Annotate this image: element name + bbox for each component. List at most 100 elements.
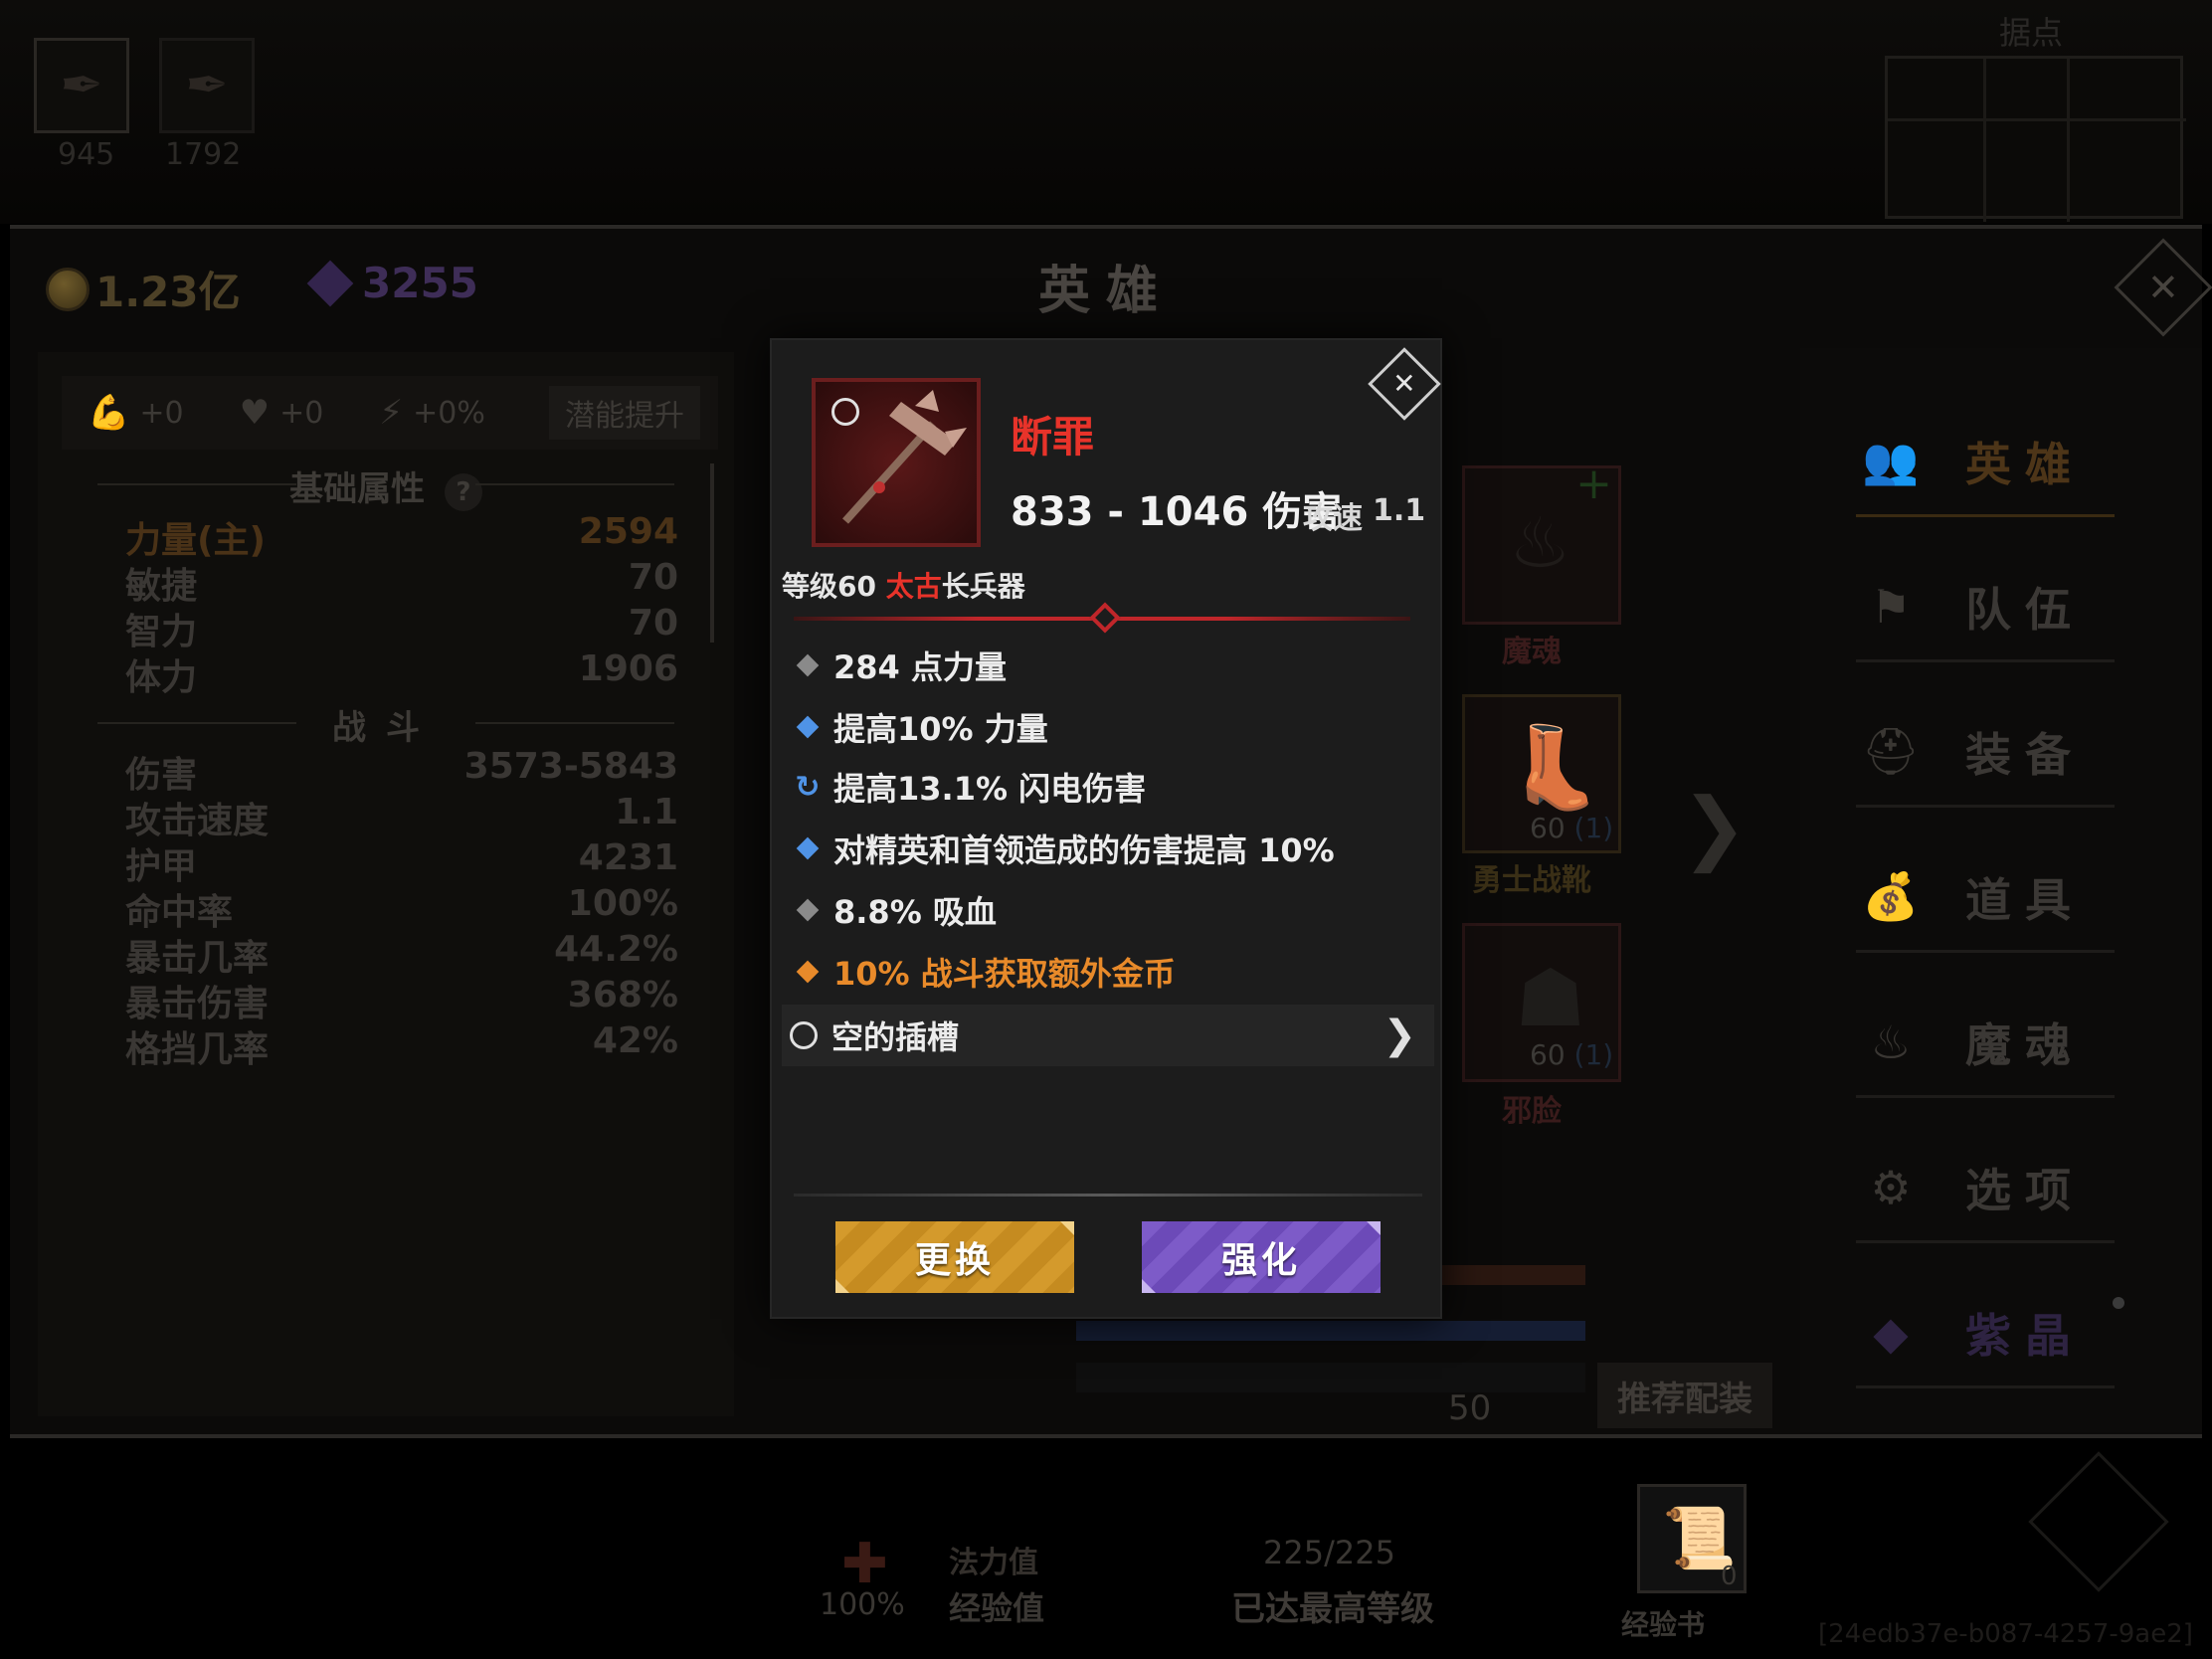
attack-speed-value: 1.1 <box>1373 493 1426 528</box>
stat-label: 力量(主) <box>125 520 266 561</box>
equip-slot-soul[interactable]: ♨ + <box>1462 459 1621 625</box>
socket-indicator-icon <box>831 398 859 426</box>
nav-item-team[interactable]: ⚑ 队伍 <box>1856 553 2115 662</box>
stat-row-block-chance: 格挡几率 42% <box>125 1020 678 1072</box>
strength-bonus-value: +0 <box>139 395 184 431</box>
boots-level-sub: (1) <box>1573 812 1614 844</box>
corner-accent <box>835 1279 849 1293</box>
lightning-icon: ⚡ <box>379 393 404 433</box>
nav-label: 队伍 <box>1965 582 2085 637</box>
exp-book-count: 0 <box>1721 1562 1738 1591</box>
basic-attributes-heading: 基础属性 ? <box>97 461 674 511</box>
stat-value: 70 <box>628 557 678 598</box>
chevron-right-icon[interactable]: ❯ <box>1681 781 1748 873</box>
mask-level-value: 60 <box>1530 1038 1566 1071</box>
stat-label: 敏捷 <box>125 566 198 607</box>
stat-value: 100% <box>567 883 678 924</box>
nav-item-equipment[interactable]: ⛑ 装备 <box>1856 698 2115 808</box>
stat-label: 护甲 <box>125 846 198 887</box>
feather-icon: ✒ <box>60 56 103 115</box>
boots-level-value: 60 <box>1530 812 1566 844</box>
stat-row-armor: 护甲 4231 <box>125 837 678 889</box>
stat-value: 70 <box>628 603 678 644</box>
affix-row: 对精英和首领造成的伤害提高 10% <box>790 820 1426 877</box>
hud-skill-slot-2[interactable]: ✒ <box>159 38 255 133</box>
exp-book-label: 经验书 <box>1621 1608 1706 1641</box>
menu-button[interactable] <box>2028 1451 2169 1592</box>
top-hud: ✒ 945 ✒ 1792 据点 <box>0 0 2212 224</box>
affix-blue-diamond-icon <box>796 836 820 860</box>
hud-skill-slot-1[interactable]: ✒ <box>34 38 129 133</box>
stat-value: 44.2% <box>554 929 678 970</box>
stat-row-attack-speed: 攻击速度 1.1 <box>125 792 678 843</box>
replace-button[interactable]: 更换 <box>835 1221 1074 1293</box>
stat-label: 攻击速度 <box>125 801 270 841</box>
stat-label: 体力 <box>125 657 198 698</box>
exp-value: 已达最高等级 <box>1231 1589 1434 1629</box>
item-tooltip: ✕ 断罪 833 - 1046 伤害 攻速 1.1 等级60 太古长兵器 284… <box>770 338 1442 1319</box>
item-class: 长兵器 <box>941 570 1025 603</box>
stat-row-crit-chance: 暴击几率 44.2% <box>125 929 678 981</box>
strength-bonus: 💪 +0 <box>88 393 184 433</box>
item-level: 等级60 <box>782 570 876 603</box>
empty-socket-icon <box>790 1021 818 1049</box>
divider <box>794 1194 1422 1197</box>
health-percent: 100% <box>820 1587 905 1622</box>
stat-row-crit-damage: 暴击伤害 368% <box>125 975 678 1026</box>
potential-upgrade-button[interactable]: 潜能提升 <box>549 386 700 440</box>
stat-row-hit-rate: 命中率 100% <box>125 883 678 935</box>
flame-icon: ♨ <box>1870 1014 1912 1069</box>
affix-grey-diamond-icon <box>796 898 820 922</box>
stat-value: 368% <box>567 975 678 1015</box>
divider-diamond-icon <box>1089 602 1121 634</box>
basic-attributes-title: 基础属性 <box>289 469 426 509</box>
nav-item-soul[interactable]: ♨ 魔魂 <box>1856 989 2115 1098</box>
empty-socket-row[interactable]: 空的插槽 ❯ <box>782 1005 1434 1066</box>
socket-text: 空的插槽 <box>831 1018 960 1056</box>
stat-value: 42% <box>592 1020 678 1061</box>
bag-icon: 💰 <box>1862 869 1920 923</box>
chevron-right-icon: ❯ <box>1382 1013 1416 1058</box>
close-tooltip-button[interactable]: ✕ <box>1368 347 1441 421</box>
minimap[interactable] <box>1885 56 2186 222</box>
item-rarity: 太古 <box>885 570 942 603</box>
mask-level: 60 (1) <box>1530 1038 1613 1071</box>
nav-label: 装备 <box>1965 727 2085 782</box>
nav-item-amethyst[interactable]: ◆ 紫晶 <box>1856 1279 2124 1388</box>
affix-orange-diamond-icon <box>796 960 820 984</box>
session-id: [24edb37e-b087-4257-9ae2] <box>1818 1619 2193 1649</box>
stat-row-intelligence: 智力 70 <box>125 603 678 654</box>
purple-gem-icon: ◆ <box>1873 1305 1909 1360</box>
enhance-button-label: 强化 <box>1220 1240 1301 1281</box>
energy-bonus: ⚡ +0% <box>379 393 485 433</box>
mana-value: 225/225 <box>1263 1534 1395 1571</box>
equip-label-soul: 魔魂 <box>1502 635 1562 669</box>
affix-text: 提高10% 力量 <box>833 710 1048 748</box>
stats-scrollbar[interactable] <box>710 463 714 643</box>
nav-item-items[interactable]: 💰 道具 <box>1856 843 2115 953</box>
window-title: 英雄 <box>1037 262 1174 321</box>
stat-value: 2594 <box>578 511 678 552</box>
hud-slot-2-count: 1792 <box>165 137 242 172</box>
equip-label-mask: 邪脸 <box>1502 1094 1562 1129</box>
item-damage: 833 - 1046 伤害 <box>1011 489 1343 535</box>
affix-row-legendary: 10% 战斗获取额外金币 <box>790 943 1426 1001</box>
exp-bar <box>1076 1363 1585 1392</box>
recommend-loadout-button[interactable]: 推荐配装 <box>1597 1363 1772 1428</box>
nav-label: 道具 <box>1965 872 2085 927</box>
replace-button-label: 更换 <box>914 1240 995 1281</box>
corner-accent <box>1367 1221 1381 1235</box>
affix-text: 284 点力量 <box>833 648 1007 686</box>
nav-item-hero[interactable]: 👥 英雄 <box>1856 408 2115 517</box>
flame-icon: ♨ <box>1509 502 1571 584</box>
affix-row: 8.8% 吸血 <box>790 881 1426 939</box>
affix-text: 提高13.1% 闪电伤害 <box>833 770 1147 808</box>
stat-label: 智力 <box>125 612 198 652</box>
help-icon[interactable]: ? <box>444 473 482 511</box>
nav-item-options[interactable]: ⚙ 选项 <box>1856 1134 2115 1243</box>
vitality-bonus-value: +0 <box>279 395 324 431</box>
enhance-button[interactable]: 强化 <box>1142 1221 1381 1293</box>
nav-label: 魔魂 <box>1965 1017 2085 1072</box>
reroll-icon: ↻ <box>795 769 821 805</box>
notification-dot <box>2113 1297 2124 1309</box>
